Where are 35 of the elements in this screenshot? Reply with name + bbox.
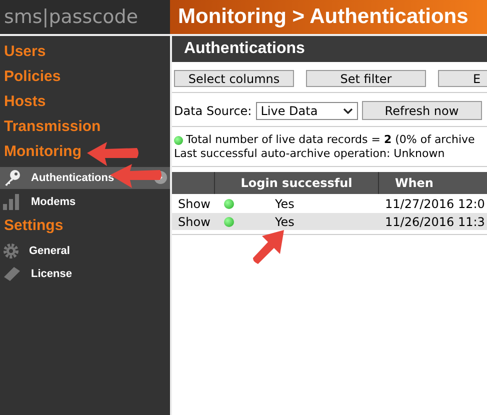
column-header: When xyxy=(395,176,434,190)
show-link[interactable]: Show xyxy=(178,214,210,228)
signal-bars-icon xyxy=(3,194,21,210)
table-cell: 11/27/2016 12:0 xyxy=(385,196,485,210)
toolbar-button[interactable]: Select columns xyxy=(174,70,294,87)
nav-section[interactable]: Users xyxy=(0,40,170,65)
page-title: Monitoring > Authentications xyxy=(178,4,468,30)
logo: sms|passcode xyxy=(0,0,170,34)
toolbar-button[interactable]: E xyxy=(438,70,487,87)
gear-icon xyxy=(3,243,19,259)
nav-section[interactable]: Hosts xyxy=(0,90,170,115)
nav-item[interactable]: License xyxy=(0,263,170,285)
nav-section[interactable]: Monitoring xyxy=(0,140,170,165)
key-icon xyxy=(3,169,21,187)
nav-section[interactable]: Policies xyxy=(0,65,170,90)
column-header: Login successful xyxy=(240,175,352,192)
nav-section[interactable]: Settings xyxy=(0,214,170,239)
refresh-button[interactable]: Refresh now xyxy=(362,101,482,120)
table-row[interactable]: Show Yes 11/26/2016 11:3 xyxy=(172,213,487,230)
toolbar-button[interactable]: Set filter xyxy=(306,70,426,87)
data-source-label: Data Source: xyxy=(174,102,252,120)
table-cell: 11/26/2016 11:3 xyxy=(385,214,485,228)
data-source-dropdown[interactable]: Live Data xyxy=(256,102,358,120)
annotation-arrow xyxy=(85,140,140,168)
table-cell-text: Yes xyxy=(275,196,294,212)
archive-status-text: Last successful auto-archive operation: Unknown xyxy=(174,147,446,161)
tag-icon xyxy=(3,266,21,282)
nav-item[interactable]: General xyxy=(0,240,170,262)
table-cell-text: Yes xyxy=(275,214,294,230)
record-count-text: Total number of live data records = 2 (0% of archive xyxy=(186,133,475,147)
nav-item[interactable]: Modems xyxy=(0,191,170,213)
nav-section[interactable]: Transmission xyxy=(0,115,170,140)
panel-title: Authentications xyxy=(184,39,305,59)
show-link[interactable]: Show xyxy=(178,196,210,210)
chevron-icon xyxy=(342,108,353,114)
